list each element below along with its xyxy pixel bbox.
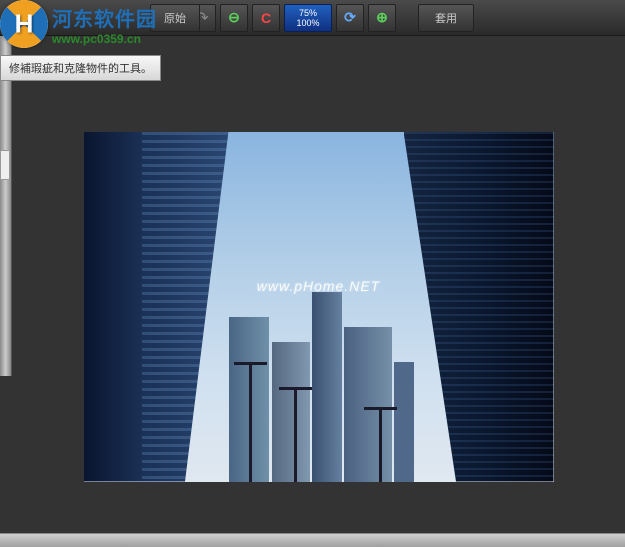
apply-button[interactable]: 套用 [418,4,474,32]
zoom-out-button[interactable]: ⊖ [220,4,248,32]
sidebar-left [0,36,12,376]
image-watermark-text: www.pHome.NET [257,278,380,294]
toolbar: 原始 ↶ ↷ ⊖ C 75% 100% ⟳ ⊕ 套用 [0,0,625,36]
rotate-icon: ⟳ [344,9,356,26]
canvas-area: www.pHome.NET [12,36,625,547]
original-button[interactable]: 原始 [150,4,200,32]
zoom-level-display[interactable]: 75% 100% [284,4,332,32]
zoom-in-button[interactable]: ⊕ [368,4,396,32]
sidebar-tab[interactable] [0,150,10,180]
tooltip: 修補瑕疵和克隆物件的工具。 [0,55,161,81]
rotate-button[interactable]: ⟳ [336,4,364,32]
zoom-out-icon: ⊖ [228,9,240,26]
zoom-top-value: 75% [299,8,317,18]
zoom-in-icon: ⊕ [376,9,388,26]
zoom-reset-button[interactable]: C [252,4,280,32]
horizontal-scrollbar[interactable] [0,533,625,547]
zoom-reset-icon: C [261,10,271,26]
zoom-bottom-value: 100% [296,18,319,28]
image-preview[interactable]: www.pHome.NET [84,132,554,482]
